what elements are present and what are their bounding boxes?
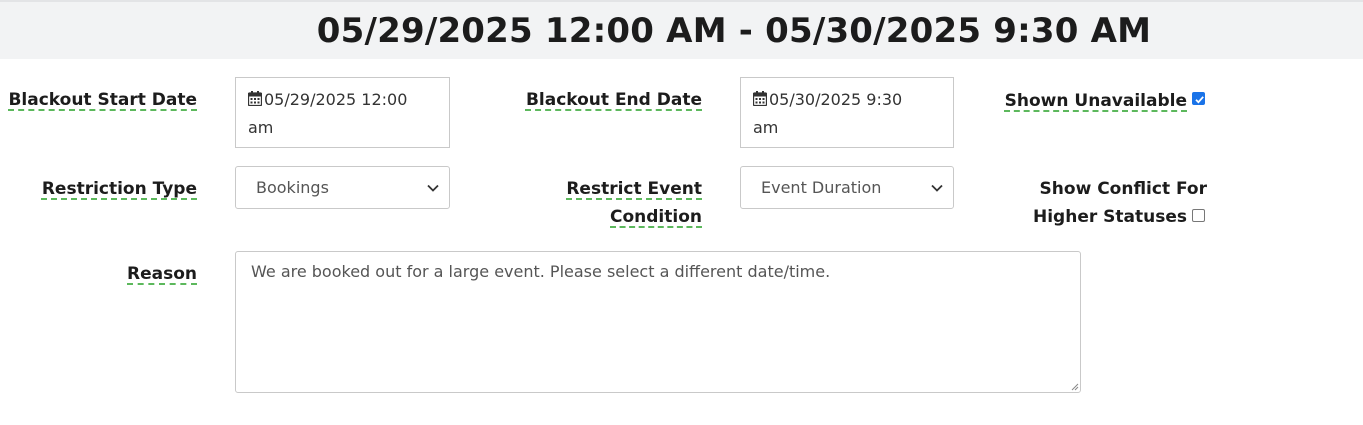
restrict-condition-value: Event Duration: [761, 178, 882, 197]
reason-label: Reason: [127, 260, 197, 288]
page-title: 05/29/2025 12:00 AM - 05/30/2025 9:30 AM: [316, 10, 1152, 51]
start-date-label-text: Blackout Start Date: [8, 90, 197, 110]
start-date-field[interactable]: 05/29/2025 12:00 am: [235, 77, 450, 148]
restrict-condition-label-line1: Restrict Event: [566, 179, 702, 199]
show-conflict-checkbox[interactable]: [1192, 209, 1205, 222]
restriction-type-label: Restriction Type: [42, 175, 197, 203]
shown-unavailable-label-text: Shown Unavailable: [1004, 91, 1187, 111]
end-date-value-line2: am: [753, 118, 779, 137]
restriction-type-select[interactable]: Bookings: [235, 166, 450, 209]
page-header: 05/29/2025 12:00 AM - 05/30/2025 9:30 AM: [0, 2, 1363, 59]
show-conflict-label-line1: Show Conflict For: [1039, 179, 1207, 199]
restrict-condition-select[interactable]: Event Duration: [740, 166, 954, 209]
show-conflict-label: Show Conflict For Higher Statuses: [1033, 175, 1207, 231]
end-date-label: Blackout End Date: [526, 86, 702, 114]
start-date-value-line2: am: [248, 118, 274, 137]
shown-unavailable-checkbox[interactable]: [1192, 92, 1205, 105]
restrict-condition-label-line2: Condition: [610, 207, 702, 227]
reason-label-text: Reason: [127, 264, 197, 284]
restriction-type-value: Bookings: [256, 178, 329, 197]
end-date-label-text: Blackout End Date: [525, 90, 702, 110]
reason-textarea[interactable]: We are booked out for a large event. Ple…: [235, 251, 1081, 393]
restriction-type-label-text: Restriction Type: [41, 179, 197, 199]
reason-value: We are booked out for a large event. Ple…: [251, 262, 831, 281]
checkmark-icon: [1195, 96, 1204, 104]
chevron-down-icon: [427, 184, 439, 192]
restrict-condition-label: Restrict Event Condition: [566, 175, 702, 231]
calendar-icon: [752, 87, 768, 107]
start-date-label: Blackout Start Date: [8, 86, 197, 114]
chevron-down-icon: [931, 184, 943, 192]
shown-unavailable-label: Shown Unavailable: [1005, 87, 1187, 115]
show-conflict-label-line2: Higher Statuses: [1033, 207, 1187, 227]
calendar-icon: [247, 87, 263, 107]
resize-grip-icon[interactable]: [1070, 382, 1079, 391]
start-date-value-line1: 05/29/2025 12:00: [264, 90, 408, 109]
end-date-value-line1: 05/30/2025 9:30: [769, 90, 903, 109]
end-date-field[interactable]: 05/30/2025 9:30 am: [740, 77, 954, 148]
